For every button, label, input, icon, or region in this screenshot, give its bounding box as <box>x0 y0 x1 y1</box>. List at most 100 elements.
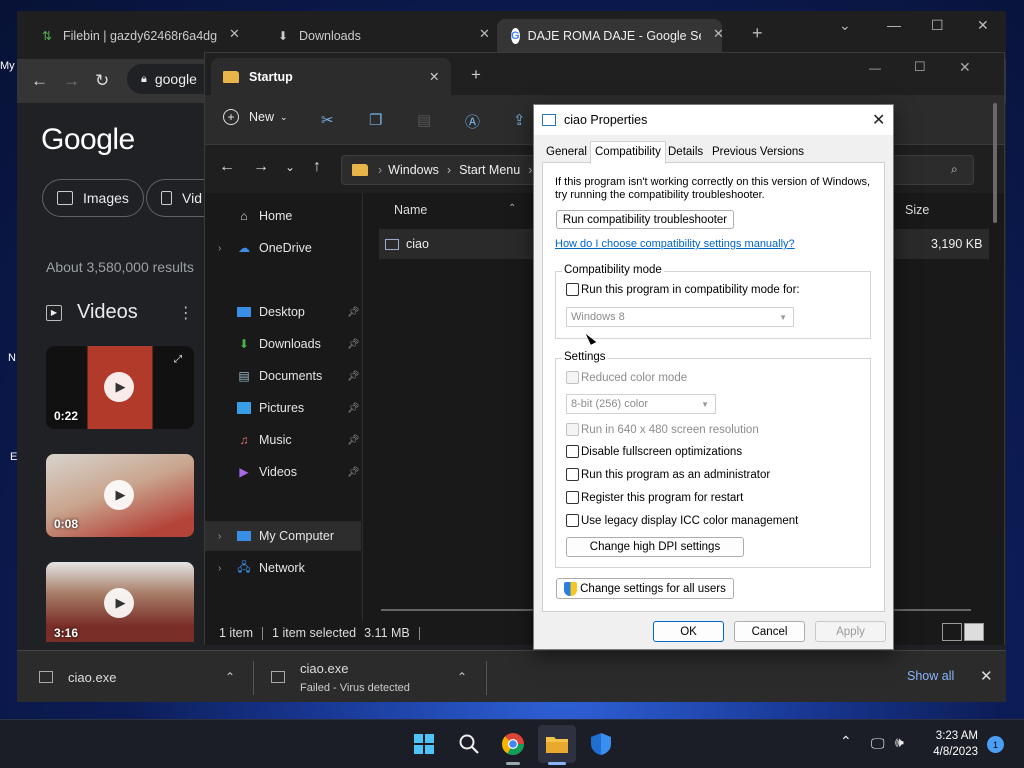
chevron-down-icon[interactable]: ⌄ <box>285 160 295 174</box>
checkbox[interactable] <box>566 514 579 527</box>
column-header-size[interactable]: Size <box>905 203 929 217</box>
share-icon[interactable]: ⇪ <box>513 111 526 129</box>
breadcrumb-item[interactable]: Start Menu <box>459 163 520 177</box>
back-icon[interactable]: ← <box>219 158 235 176</box>
close-icon[interactable]: ✕ <box>959 59 971 76</box>
chrome-taskbar-icon[interactable] <box>499 730 527 758</box>
search-icon[interactable] <box>455 730 483 758</box>
close-icon[interactable]: ✕ <box>429 69 439 84</box>
resolution-640-checkbox[interactable]: Run in 640 x 480 screen resolution <box>566 423 759 436</box>
checkbox[interactable] <box>566 283 579 296</box>
checkbox[interactable] <box>566 423 579 436</box>
new-tab-icon[interactable]: + <box>471 65 481 85</box>
nav-item-network[interactable]: › 🖧 Network <box>205 553 361 583</box>
compat-os-select[interactable]: Windows 8 ▼ <box>566 307 794 327</box>
chrome-tab-google[interactable]: G DAJE ROMA DAJE - Google Sear <box>511 25 701 47</box>
close-icon[interactable]: ✕ <box>229 26 240 42</box>
more-vert-icon[interactable]: ⋮ <box>178 303 194 323</box>
chrome-tab-downloads[interactable]: ⬇ Downloads <box>275 25 455 47</box>
explorer-tab[interactable]: Startup ✕ <box>211 58 451 95</box>
color-depth-select[interactable]: 8-bit (256) color ▼ <box>566 394 716 414</box>
download-item[interactable]: ciao.exe ⌃ <box>39 651 249 703</box>
new-tab-icon[interactable]: + <box>752 23 763 44</box>
chevron-up-icon[interactable]: ⌃ <box>457 670 467 684</box>
video-thumbnail[interactable]: ▶ 0:08 <box>46 454 194 537</box>
reload-icon[interactable]: ↻ <box>95 71 109 91</box>
address-box[interactable]: › Windows › Start Menu › <box>341 155 541 185</box>
fullscreen-opt-checkbox[interactable]: Disable fullscreen optimizations <box>566 445 742 458</box>
tiles-view-icon[interactable] <box>964 623 984 641</box>
reduced-color-checkbox[interactable]: Reduced color mode <box>566 371 687 384</box>
show-all-button[interactable]: Show all <box>907 669 954 683</box>
vertical-scrollbar[interactable] <box>993 103 997 223</box>
video-thumbnail[interactable]: ▶ 0:22 ⤢ <box>46 346 194 429</box>
new-button[interactable]: + New ⌄ <box>223 109 288 125</box>
system-clock[interactable]: 3:23 AM 4/8/2023 <box>918 728 978 760</box>
network-icon[interactable]: 🖵︎ <box>871 735 885 752</box>
google-logo[interactable]: Google <box>41 123 135 157</box>
run-as-admin-checkbox[interactable]: Run this program as an administrator <box>566 468 770 481</box>
forward-icon[interactable]: → <box>253 158 269 176</box>
close-icon[interactable]: ✕ <box>977 17 989 34</box>
minimize-icon[interactable]: — <box>887 17 901 33</box>
chevron-right-icon[interactable]: › <box>218 243 221 254</box>
change-all-users-button[interactable]: Change settings for all users <box>556 578 734 599</box>
nav-item-videos[interactable]: ▶ Videos 📌︎ <box>205 457 361 487</box>
details-view-icon[interactable] <box>942 623 962 641</box>
volume-icon[interactable]: 🕪︎ <box>895 734 904 751</box>
close-icon[interactable]: ✕ <box>980 667 993 685</box>
checkbox[interactable] <box>566 468 579 481</box>
apply-button[interactable]: Apply <box>815 621 886 642</box>
video-thumbnail[interactable]: ▶ 3:16 <box>46 562 194 642</box>
close-icon[interactable]: ✕ <box>872 110 885 130</box>
chevron-right-icon[interactable]: › <box>218 563 221 574</box>
nav-item-desktop[interactable]: Desktop 📌︎ <box>205 297 361 327</box>
nav-item-pictures[interactable]: Pictures 📌︎ <box>205 393 361 423</box>
chip-images[interactable]: Images <box>42 179 144 217</box>
up-icon[interactable]: ↑ <box>313 158 321 176</box>
register-restart-checkbox[interactable]: Register this program for restart <box>566 491 743 504</box>
minimize-icon[interactable]: — <box>869 61 881 75</box>
checkbox[interactable] <box>566 445 579 458</box>
nav-item-documents[interactable]: ▤ Documents 📌︎ <box>205 361 361 391</box>
tab-general[interactable]: General <box>542 144 591 163</box>
checkbox[interactable] <box>566 371 579 384</box>
rename-icon[interactable]: Ⓐ <box>465 111 480 132</box>
maximize-icon[interactable]: ☐ <box>931 17 944 34</box>
chrome-tab-filebin[interactable]: ⇅ Filebin | gazdy62468r6a4dg <box>39 25 219 47</box>
nav-item-home[interactable]: ⌂ Home <box>205 201 361 231</box>
chevron-right-icon[interactable]: › <box>218 531 221 542</box>
maximize-icon[interactable]: ☐ <box>914 59 926 75</box>
checkbox[interactable] <box>566 491 579 504</box>
notification-badge[interactable]: 1 <box>987 736 1004 753</box>
tab-compatibility[interactable]: Compatibility <box>590 141 666 164</box>
run-troubleshooter-button[interactable]: Run compatibility troubleshooter <box>556 210 734 229</box>
chevron-up-icon[interactable]: ⌃ <box>840 733 852 750</box>
legacy-icc-checkbox[interactable]: Use legacy display ICC color management <box>566 514 798 527</box>
cancel-button[interactable]: Cancel <box>734 621 805 642</box>
change-dpi-button[interactable]: Change high DPI settings <box>566 537 744 557</box>
manual-settings-link[interactable]: How do I choose compatibility settings m… <box>555 238 795 250</box>
back-icon[interactable]: ← <box>31 71 48 91</box>
nav-item-onedrive[interactable]: › ☁ OneDrive <box>205 233 361 263</box>
defender-taskbar-icon[interactable] <box>587 730 615 758</box>
start-icon[interactable] <box>410 730 438 758</box>
copy-icon[interactable]: ❐ <box>369 111 382 129</box>
paste-icon[interactable]: ▤ <box>417 111 431 129</box>
file-explorer-taskbar-icon[interactable] <box>538 725 576 763</box>
nav-item-my-computer[interactable]: › My Computer <box>205 521 361 551</box>
cut-icon[interactable]: ✂ <box>321 111 334 129</box>
download-item[interactable]: ciao.exe Failed - Virus detected ⌃ <box>271 651 481 703</box>
compat-mode-checkbox[interactable]: Run this program in compatibility mode f… <box>566 283 800 296</box>
forward-icon[interactable]: → <box>63 71 80 91</box>
chevron-down-icon[interactable]: ⌄ <box>839 17 851 34</box>
nav-item-music[interactable]: ♫ Music 📌︎ <box>205 425 361 455</box>
ok-button[interactable]: OK <box>653 621 724 642</box>
column-header-name[interactable]: Name <box>394 203 427 217</box>
nav-item-downloads[interactable]: ⬇ Downloads 📌︎ <box>205 329 361 359</box>
chevron-up-icon[interactable]: ⌃ <box>225 670 235 684</box>
tab-previous-versions[interactable]: Previous Versions <box>708 144 808 163</box>
desktop-icon-label[interactable]: My <box>0 60 16 72</box>
close-icon[interactable]: ✕ <box>713 26 724 42</box>
close-icon[interactable]: ✕ <box>479 26 490 42</box>
